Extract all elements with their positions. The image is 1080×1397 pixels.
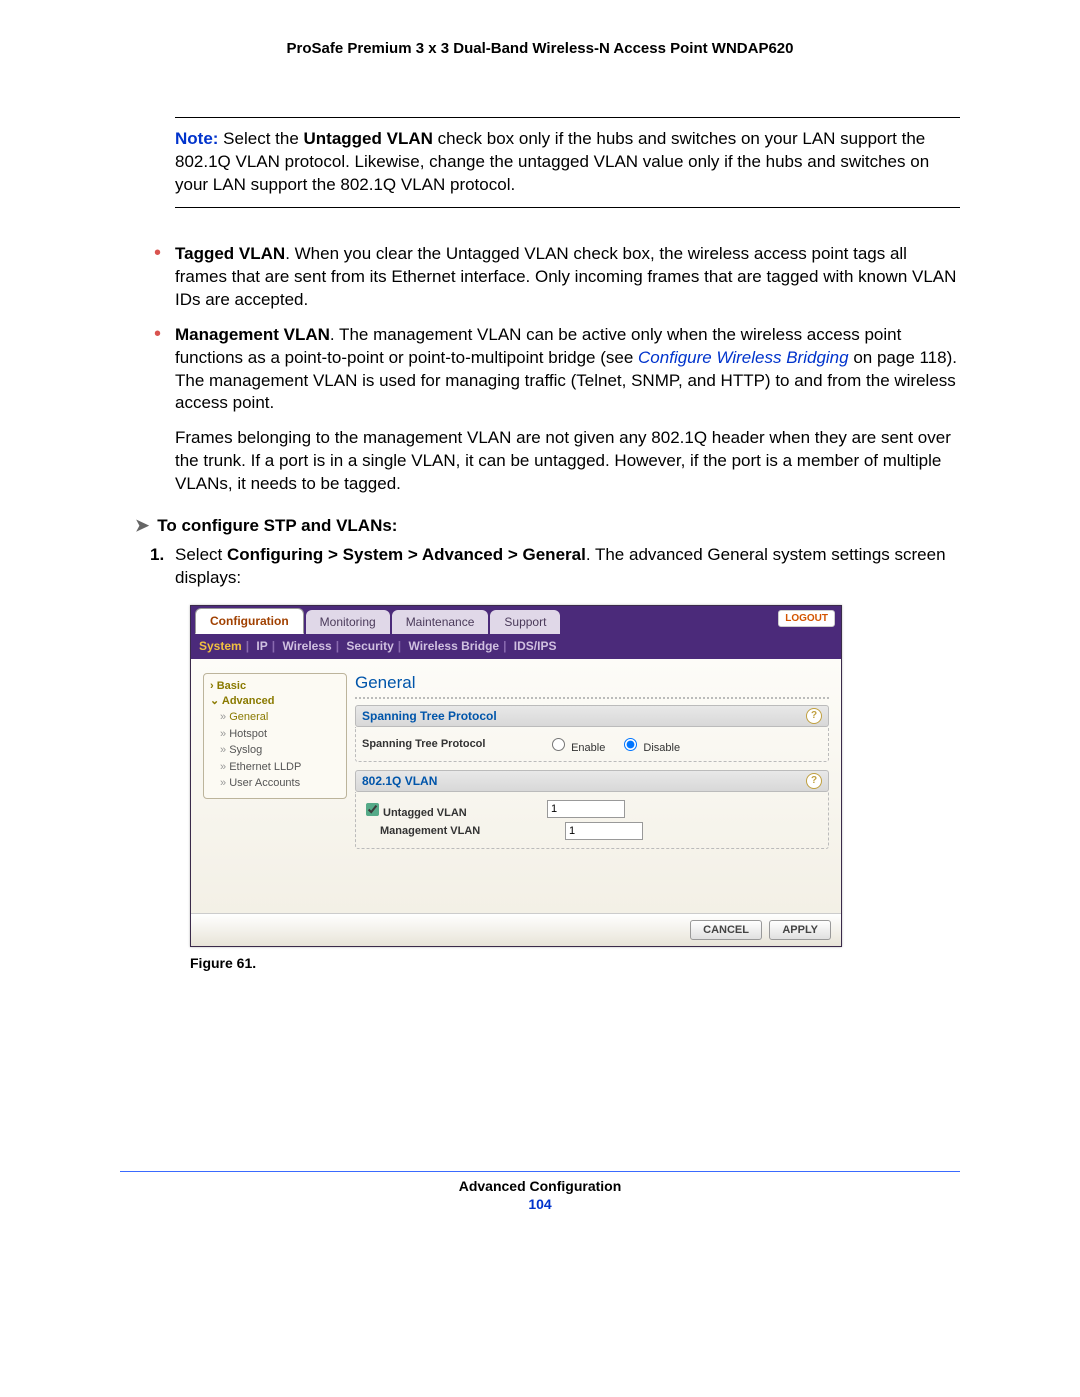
footer-section: Advanced Configuration <box>459 1178 622 1194</box>
stp-enable-option[interactable]: Enable <box>547 735 605 754</box>
subnav-ip[interactable]: IP <box>256 639 267 653</box>
step-1: 1. Select Configuring > System > Advance… <box>150 544 960 590</box>
logout-button[interactable]: LOGOUT <box>778 610 835 627</box>
tab-monitoring[interactable]: Monitoring <box>306 610 390 634</box>
top-tab-bar: Configuration Monitoring Maintenance Sup… <box>191 606 841 634</box>
bullet-head-0: Tagged VLAN <box>175 244 285 263</box>
subnav-wireless[interactable]: Wireless <box>282 639 331 653</box>
sidebar-sub-ethernet-lldp[interactable]: Ethernet LLDP <box>220 759 340 776</box>
stp-disable-radio[interactable] <box>624 738 637 751</box>
tab-support[interactable]: Support <box>490 610 560 634</box>
help-icon[interactable]: ? <box>806 708 822 724</box>
sub-nav: System| IP| Wireless| Security| Wireless… <box>191 634 841 659</box>
indent-paragraph: Frames belonging to the management VLAN … <box>175 427 960 496</box>
stp-disable-option[interactable]: Disable <box>619 735 680 754</box>
footer-page-number: 104 <box>120 1196 960 1212</box>
cancel-button[interactable]: CANCEL <box>690 920 762 940</box>
page-footer: Advanced Configuration 104 <box>120 1171 960 1212</box>
untagged-vlan-checkbox[interactable] <box>366 803 379 816</box>
config-ui-screenshot: Configuration Monitoring Maintenance Sup… <box>190 605 842 947</box>
panel-stp-header: Spanning Tree Protocol ? <box>355 705 829 727</box>
panel-8021q-header: 802.1Q VLAN ? <box>355 770 829 792</box>
step-bold: Configuring > System > Advanced > Genera… <box>227 545 586 564</box>
subnav-wireless-bridge[interactable]: Wireless Bridge <box>408 639 499 653</box>
panel-stp-title: Spanning Tree Protocol <box>362 709 497 723</box>
subnav-system[interactable]: System <box>199 639 242 653</box>
bullet-body-0: . When you clear the Untagged VLAN check… <box>175 244 956 309</box>
sidebar: Basic Advanced General Hotspot Syslog Et… <box>203 673 347 799</box>
subnav-ids-ips[interactable]: IDS/IPS <box>514 639 557 653</box>
section-title: General <box>355 673 829 699</box>
sidebar-sub-user-accounts[interactable]: User Accounts <box>220 775 340 792</box>
bullet-head-1: Management VLAN <box>175 325 330 344</box>
link-configure-bridging[interactable]: Configure Wireless Bridging <box>638 348 849 367</box>
sidebar-sub-general[interactable]: General <box>220 709 340 726</box>
mgmt-vlan-input[interactable] <box>565 822 643 840</box>
figure-caption: Figure 61. <box>190 955 960 971</box>
stp-enable-radio[interactable] <box>552 738 565 751</box>
help-icon[interactable]: ? <box>806 773 822 789</box>
tab-configuration[interactable]: Configuration <box>195 608 304 634</box>
sidebar-advanced[interactable]: Advanced <box>210 694 340 707</box>
stp-row-label: Spanning Tree Protocol <box>362 738 547 750</box>
apply-button[interactable]: APPLY <box>769 920 831 940</box>
ui-footer: CANCEL APPLY <box>191 913 841 946</box>
sidebar-sub-hotspot[interactable]: Hotspot <box>220 726 340 743</box>
untagged-vlan-label: Untagged VLAN <box>383 807 467 819</box>
task-heading: To configure STP and VLANs: <box>135 516 960 536</box>
page-header-title: ProSafe Premium 3 x 3 Dual-Band Wireless… <box>120 40 960 57</box>
panel-8021q: 802.1Q VLAN ? Untagged VLAN Management V… <box>355 770 829 849</box>
note-bold: Untagged VLAN <box>304 129 433 148</box>
stp-disable-label: Disable <box>643 742 680 754</box>
note-label: Note: <box>175 129 218 148</box>
step-number: 1. <box>150 544 164 567</box>
sidebar-sub-syslog[interactable]: Syslog <box>220 742 340 759</box>
untagged-vlan-input[interactable] <box>547 800 625 818</box>
subnav-security[interactable]: Security <box>346 639 393 653</box>
tab-maintenance[interactable]: Maintenance <box>392 610 489 634</box>
note-text-pre: Select the <box>218 129 303 148</box>
stp-enable-label: Enable <box>571 742 605 754</box>
mgmt-vlan-label: Management VLAN <box>362 825 565 837</box>
note-box: Note: Select the Untagged VLAN check box… <box>175 117 960 208</box>
bullet-management-vlan: Management VLAN. The management VLAN can… <box>150 324 960 416</box>
panel-8021q-title: 802.1Q VLAN <box>362 774 437 788</box>
step-pre: Select <box>175 545 227 564</box>
bullet-tagged-vlan: Tagged VLAN. When you clear the Untagged… <box>150 243 960 312</box>
panel-stp: Spanning Tree Protocol ? Spanning Tree P… <box>355 705 829 762</box>
sidebar-basic[interactable]: Basic <box>210 680 340 692</box>
